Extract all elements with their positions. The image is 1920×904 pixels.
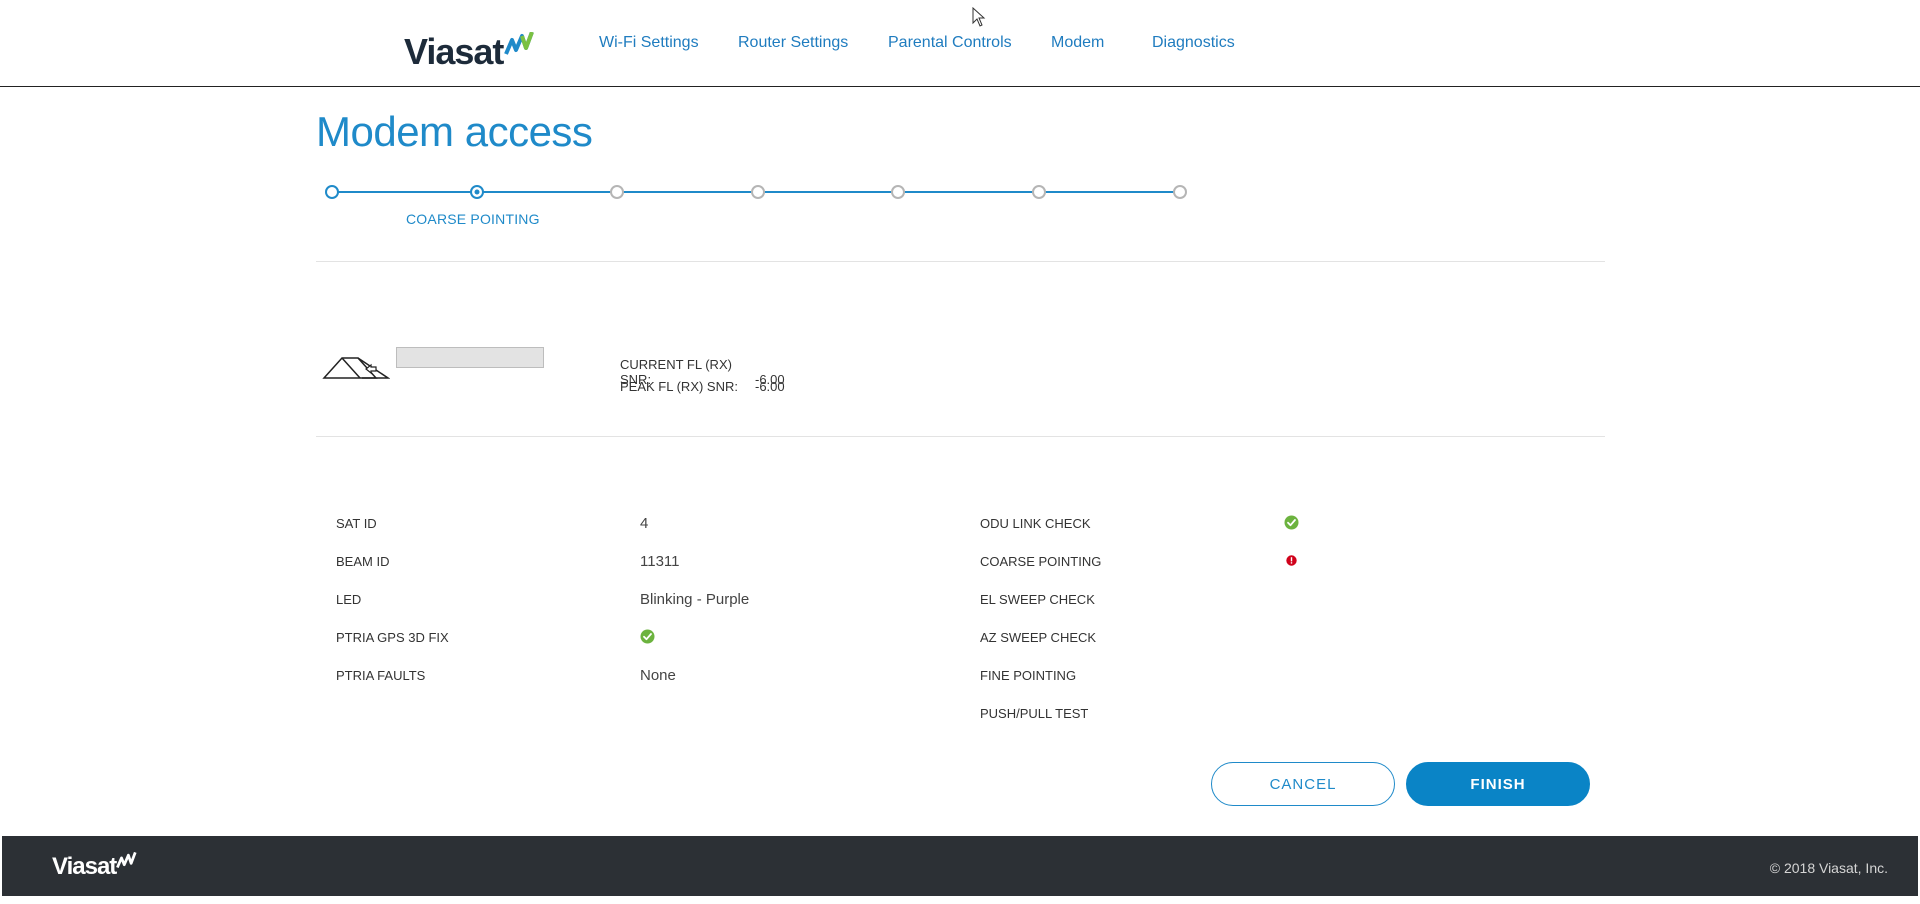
led-label: LED — [336, 592, 362, 607]
finish-button[interactable]: FINISH — [1406, 762, 1590, 806]
odu-link-check-label: ODU LINK CHECK — [980, 516, 1091, 531]
top-header: Viasat Wi-Fi Settings Router Settings Pa… — [0, 0, 1920, 87]
step-3-marker — [610, 185, 624, 199]
step-7-marker — [1173, 185, 1187, 199]
fine-pointing-label: FINE POINTING — [980, 668, 1077, 683]
mouse-pointer-icon — [972, 7, 986, 27]
page-title: Modem access — [316, 108, 593, 155]
section-divider — [316, 436, 1605, 437]
page-footer: Viasat © 2018 Viasat, Inc. — [2, 836, 1918, 896]
logo-wave-icon — [504, 32, 535, 55]
footer-logo-wave-icon — [116, 852, 137, 869]
beam-id-value: 11311 — [640, 553, 680, 570]
error-dot-icon — [1286, 555, 1297, 566]
nav-modem[interactable]: Modem — [1051, 34, 1104, 52]
peak-snr-value: -6.00 — [755, 379, 785, 394]
current-step-label: COARSE POINTING — [406, 211, 540, 227]
peak-snr-row: PEAK FL (RX) SNR: -6.00 — [620, 379, 785, 394]
led-value: Blinking - Purple — [640, 591, 750, 608]
peak-snr-label: PEAK FL (RX) SNR: — [620, 379, 738, 394]
az-sweep-check-label: AZ SWEEP CHECK — [980, 630, 1097, 645]
signal-strength-bar — [396, 347, 544, 368]
sat-id-value: 4 — [640, 515, 649, 532]
footer-logo-wordmark: Viasat — [52, 853, 117, 880]
el-sweep-check-label: EL SWEEP CHECK — [980, 592, 1095, 607]
copyright-text: © 2018 Viasat, Inc. — [1769, 860, 1888, 876]
push-pull-test-label: PUSH/PULL TEST — [980, 706, 1089, 721]
step-2-marker — [470, 185, 484, 199]
nav-parental-controls[interactable]: Parental Controls — [888, 34, 1012, 52]
nav-wifi-settings[interactable]: Wi-Fi Settings — [599, 34, 699, 52]
nav-diagnostics[interactable]: Diagnostics — [1152, 34, 1235, 52]
check-circle-icon — [640, 629, 655, 644]
antenna-pointing-icon — [322, 357, 390, 379]
faults-value: None — [640, 667, 676, 684]
footer-viasat-logo[interactable]: Viasat — [52, 852, 138, 879]
step-2-current-dot — [474, 189, 480, 195]
step-6-marker — [1032, 185, 1046, 199]
step-5-marker — [891, 185, 905, 199]
check-circle-icon — [1284, 515, 1299, 530]
beam-id-label: BEAM ID — [336, 554, 390, 569]
viasat-logo[interactable]: Viasat — [404, 20, 536, 70]
cancel-button[interactable]: CANCEL — [1211, 762, 1395, 806]
section-divider — [316, 261, 1605, 262]
nav-router-settings[interactable]: Router Settings — [738, 34, 848, 52]
step-1-marker — [325, 185, 339, 199]
sat-id-label: SAT ID — [336, 516, 377, 531]
gps-fix-label: PTRIA GPS 3D FIX — [336, 630, 449, 645]
faults-label: PTRIA FAULTS — [336, 668, 426, 683]
step-4-marker — [751, 185, 765, 199]
coarse-pointing-label: COARSE POINTING — [980, 554, 1102, 569]
logo-wordmark: Viasat — [404, 31, 504, 72]
